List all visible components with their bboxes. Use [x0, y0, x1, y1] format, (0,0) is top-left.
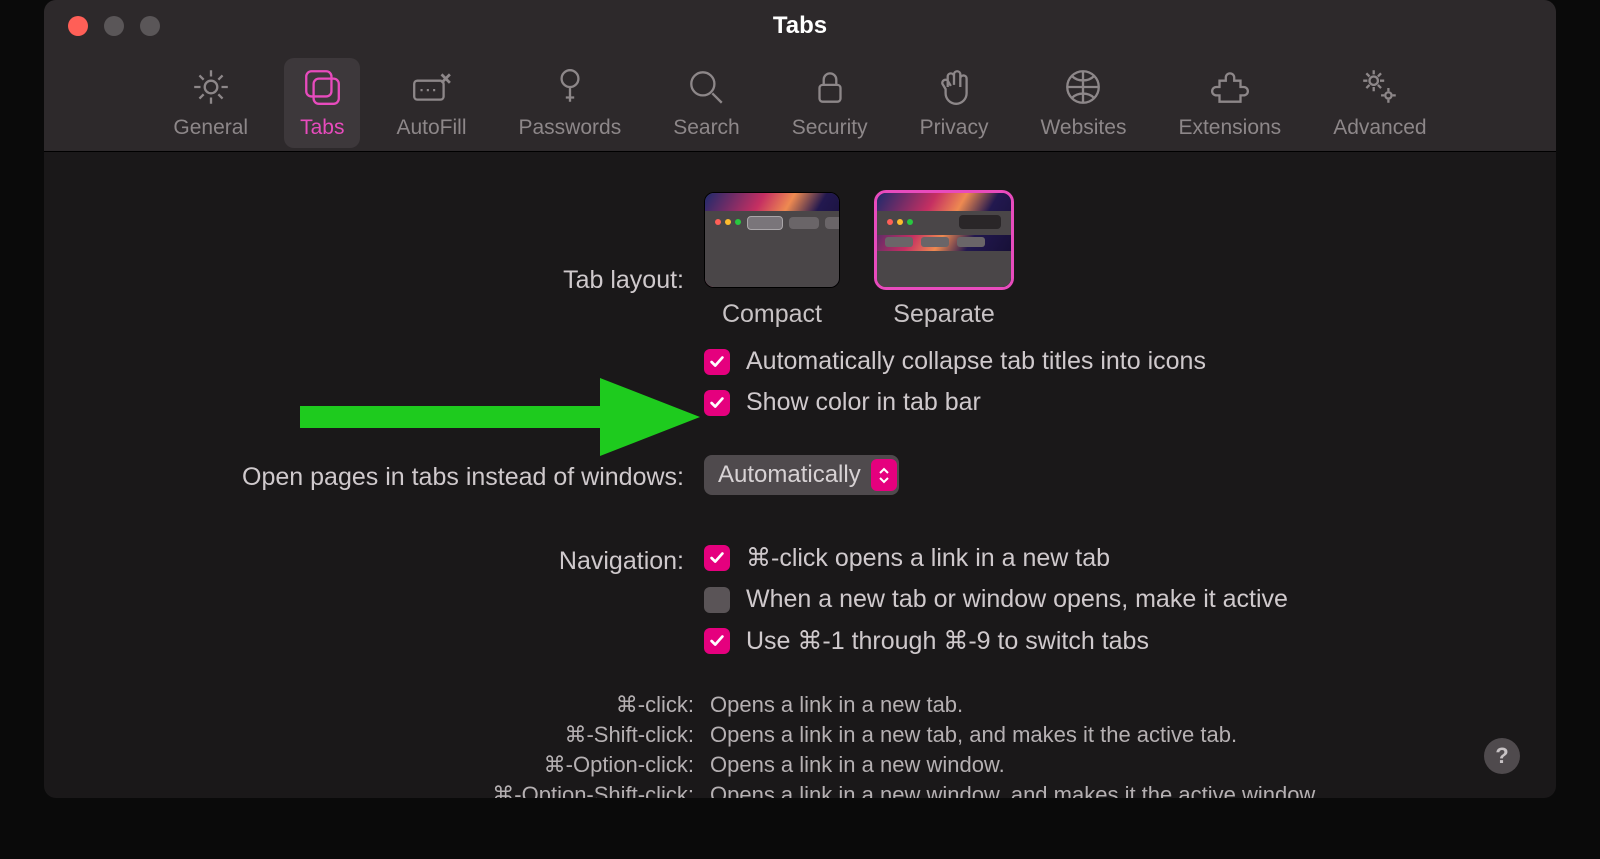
hint-value: Opens a link in a new tab, and makes it … — [710, 722, 1237, 748]
check-label: Show color in tab bar — [746, 388, 981, 417]
tab-advanced[interactable]: Advanced — [1317, 58, 1442, 148]
select-value: Automatically — [718, 461, 861, 489]
checkbox-icon — [704, 545, 730, 571]
tab-general[interactable]: General — [157, 58, 264, 148]
tab-autofill[interactable]: AutoFill — [380, 58, 482, 148]
tab-search[interactable]: Search — [657, 58, 756, 148]
search-icon — [685, 66, 727, 108]
tab-layout-label: Tab layout: — [44, 226, 704, 295]
check-cmd-click[interactable]: ⌘-click opens a link in a new tab — [704, 543, 1556, 573]
autofill-icon — [410, 66, 452, 108]
check-label: When a new tab or window opens, make it … — [746, 585, 1288, 614]
layout-option-label: Separate — [893, 300, 994, 329]
tab-extensions[interactable]: Extensions — [1162, 58, 1297, 148]
tab-privacy[interactable]: Privacy — [904, 58, 1005, 148]
stepper-arrows-icon — [871, 459, 897, 491]
hint-row: ⌘-Option-click: Opens a link in a new wi… — [404, 752, 1556, 778]
check-collapse-titles[interactable]: Automatically collapse tab titles into i… — [704, 347, 1556, 376]
check-make-active[interactable]: When a new tab or window opens, make it … — [704, 585, 1556, 614]
tab-label: Security — [792, 116, 868, 140]
tab-label: Search — [673, 116, 740, 140]
preferences-toolbar: General Tabs AutoFill Passwords Search — [44, 52, 1556, 152]
tabs-pane: Tab layout: Compact — [44, 152, 1556, 798]
help-button[interactable]: ? — [1484, 738, 1520, 774]
window-title: Tabs — [44, 12, 1556, 40]
tab-label: Websites — [1040, 116, 1126, 140]
checkbox-icon — [704, 390, 730, 416]
hint-key: ⌘-Shift-click: — [404, 722, 694, 748]
layout-option-label: Compact — [722, 300, 822, 329]
tab-label: General — [173, 116, 248, 140]
check-cmd-number[interactable]: Use ⌘-1 through ⌘-9 to switch tabs — [704, 626, 1556, 656]
key-icon — [549, 66, 591, 108]
hint-key: ⌘-Option-Shift-click: — [404, 782, 694, 798]
hint-row: ⌘-Shift-click: Opens a link in a new tab… — [404, 722, 1556, 748]
hint-row: ⌘-Option-Shift-click: Opens a link in a … — [404, 782, 1556, 798]
hand-icon — [933, 66, 975, 108]
hint-key: ⌘-click: — [404, 692, 694, 718]
tab-label: Passwords — [519, 116, 622, 140]
tab-websites[interactable]: Websites — [1024, 58, 1142, 148]
tab-label: Advanced — [1333, 116, 1426, 140]
check-label: Use ⌘-1 through ⌘-9 to switch tabs — [746, 626, 1149, 656]
annotation-arrow-icon — [300, 378, 700, 456]
preferences-window: Tabs General Tabs AutoFill Password — [44, 0, 1556, 798]
tab-label: AutoFill — [396, 116, 466, 140]
check-label: Automatically collapse tab titles into i… — [746, 347, 1206, 376]
hint-value: Opens a link in a new tab. — [710, 692, 963, 718]
check-color-tab-bar[interactable]: Show color in tab bar — [704, 388, 1556, 417]
checkbox-icon — [704, 628, 730, 654]
hint-value: Opens a link in a new window, and makes … — [710, 782, 1320, 798]
navigation-label: Navigation: — [44, 543, 704, 576]
layout-option-separate[interactable]: Separate — [876, 192, 1012, 329]
tab-label: Extensions — [1178, 116, 1281, 140]
tab-label: Tabs — [300, 116, 344, 140]
check-label: ⌘-click opens a link in a new tab — [746, 543, 1110, 573]
gears-icon — [1359, 66, 1401, 108]
layout-preview-compact — [704, 192, 840, 288]
tab-tabs[interactable]: Tabs — [284, 58, 360, 148]
tabs-icon — [301, 66, 343, 108]
hint-row: ⌘-click: Opens a link in a new tab. — [404, 692, 1556, 718]
open-pages-label: Open pages in tabs instead of windows: — [44, 459, 704, 492]
layout-option-compact[interactable]: Compact — [704, 192, 840, 329]
gear-icon — [190, 66, 232, 108]
checkbox-icon — [704, 349, 730, 375]
checkbox-icon — [704, 587, 730, 613]
layout-preview-separate — [876, 192, 1012, 288]
tab-security[interactable]: Security — [776, 58, 884, 148]
tab-passwords[interactable]: Passwords — [503, 58, 638, 148]
hint-value: Opens a link in a new window. — [710, 752, 1005, 778]
titlebar: Tabs — [44, 0, 1556, 52]
open-pages-select[interactable]: Automatically — [704, 455, 899, 495]
tab-label: Privacy — [920, 116, 989, 140]
hint-key: ⌘-Option-click: — [404, 752, 694, 778]
lock-icon — [809, 66, 851, 108]
puzzle-icon — [1209, 66, 1251, 108]
globe-icon — [1062, 66, 1104, 108]
